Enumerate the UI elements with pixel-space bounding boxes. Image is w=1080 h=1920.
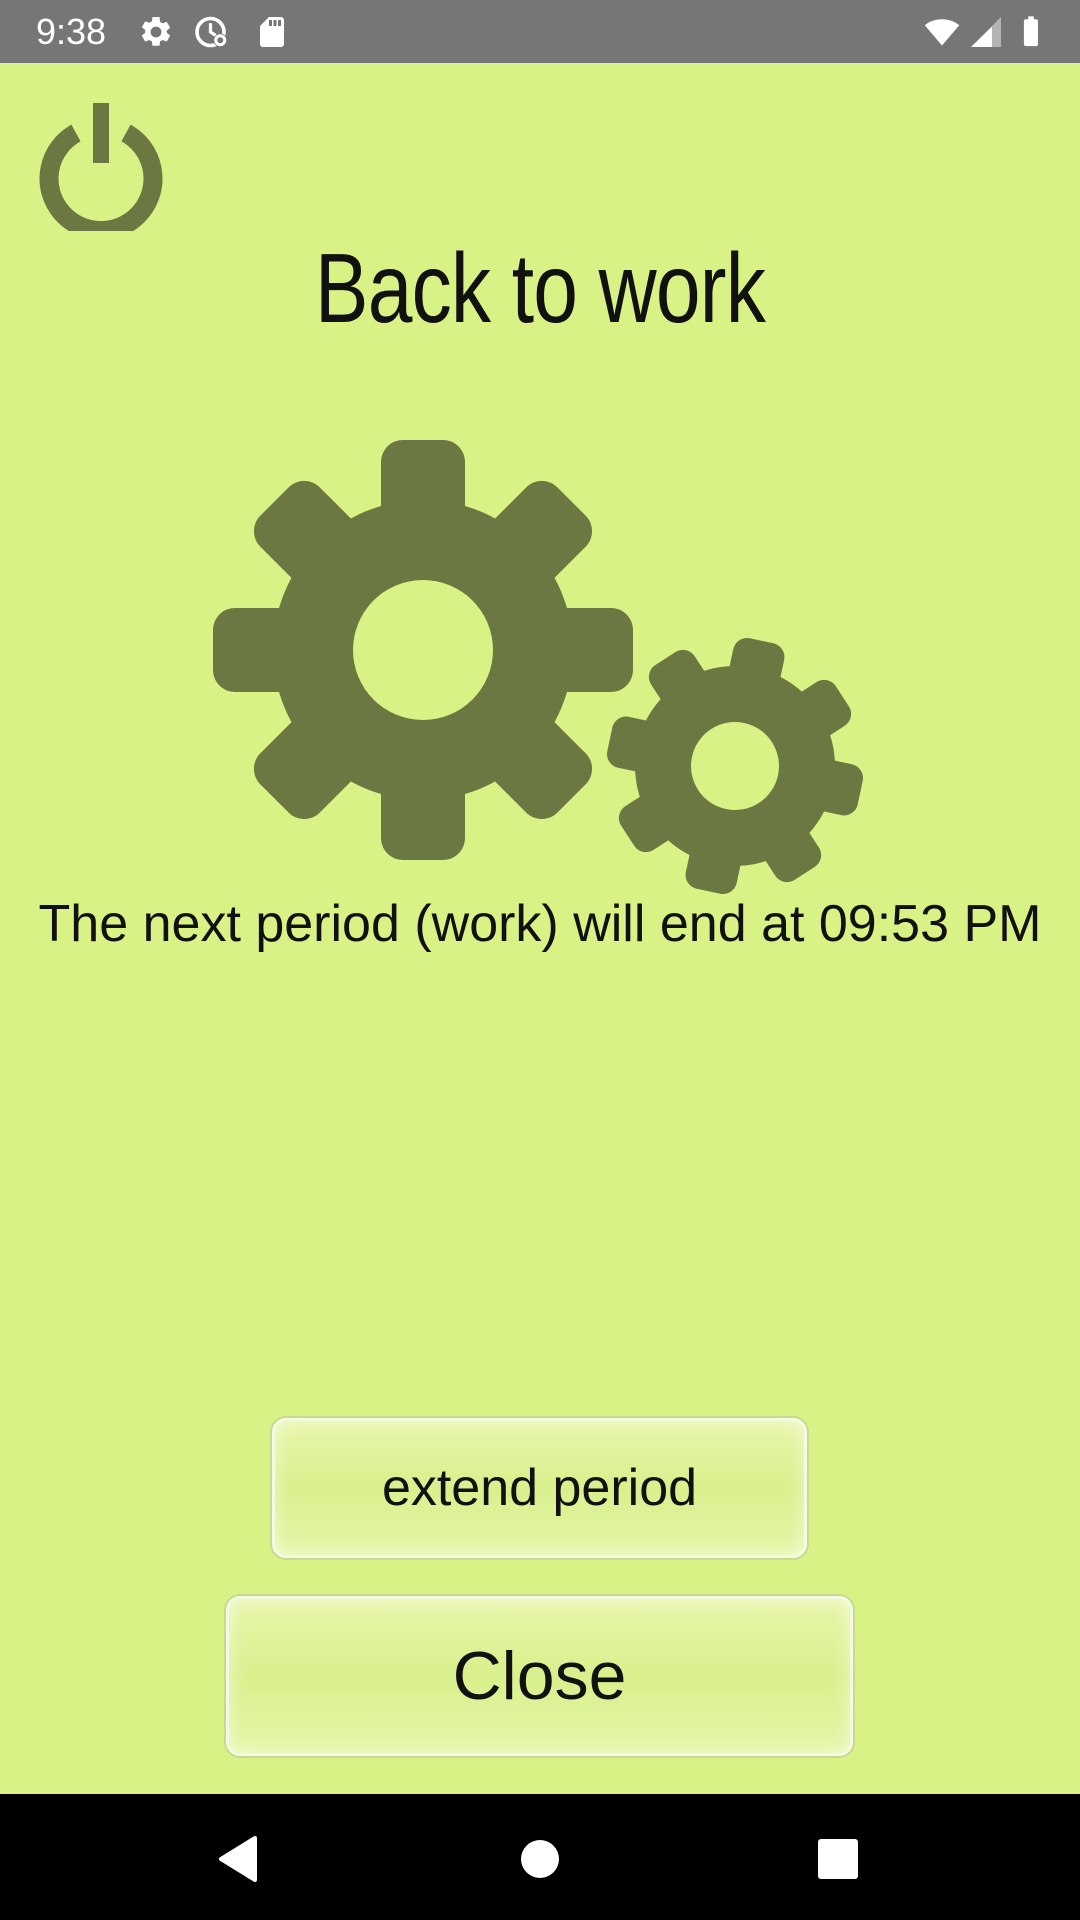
sd-card-icon: [260, 17, 284, 47]
back-icon[interactable]: [203, 1824, 273, 1894]
period-message: The next period (work) will end at 09:53…: [38, 895, 1042, 953]
status-bar: 9:38: [0, 0, 1080, 63]
wifi-icon: [924, 19, 960, 46]
home-icon[interactable]: [505, 1824, 575, 1894]
main-screen: Back to work The next period (work) will…: [0, 63, 1080, 1794]
battery-icon: [1023, 16, 1038, 47]
power-icon[interactable]: [36, 101, 166, 231]
gears-icon: [213, 440, 864, 895]
close-button[interactable]: Close: [226, 1596, 853, 1756]
page-title: Back to work: [314, 233, 766, 343]
clock-settings-icon: [195, 16, 227, 48]
status-time: 9:38: [36, 11, 107, 52]
signal-icon: [971, 17, 1001, 47]
extend-period-button[interactable]: extend period: [272, 1418, 807, 1558]
recents-icon[interactable]: [803, 1824, 873, 1894]
gear-icon: [141, 16, 171, 46]
navigation-bar: [0, 1794, 1080, 1920]
